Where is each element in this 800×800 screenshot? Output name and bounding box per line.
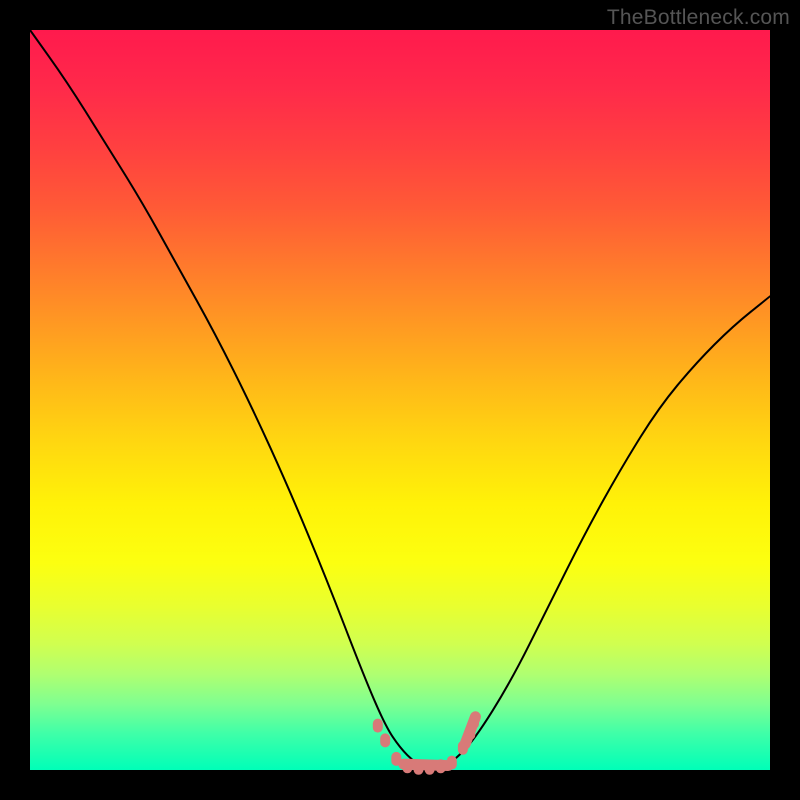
curve-marker [373, 719, 383, 733]
watermark-label: TheBottleneck.com [607, 6, 790, 30]
chart-frame: TheBottleneck.com [0, 0, 800, 800]
curve-marker-segment [404, 764, 448, 765]
bottleneck-curve [30, 30, 770, 770]
curve-svg [30, 30, 770, 770]
plot-area [30, 30, 770, 770]
curve-marker [380, 733, 390, 747]
curve-markers [373, 715, 479, 775]
